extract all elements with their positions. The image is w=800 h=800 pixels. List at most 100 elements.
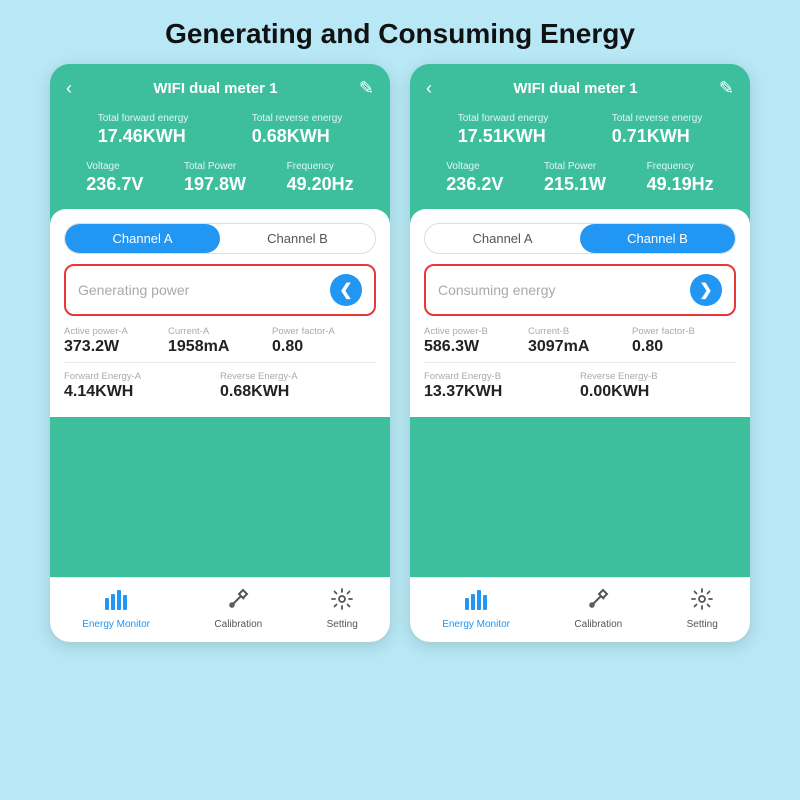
left-current-label: Current-A (168, 326, 272, 337)
right-phone-footer: Energy Monitor Calibration (410, 577, 750, 642)
left-phone-title: WIFI dual meter 1 (153, 80, 277, 97)
right-energy-monitor-label: Energy Monitor (442, 619, 510, 630)
right-footer-setting[interactable]: Setting (687, 588, 718, 630)
right-forward-energy-detail: Forward Energy-B 13.37KWH (424, 371, 580, 401)
left-frequency: Frequency 49.20Hz (287, 161, 354, 195)
right-mode-label: Consuming energy (438, 282, 556, 298)
left-power-factor-label: Power factor-A (272, 326, 376, 337)
right-forward-energy: Total forward energy 17.51KWH (458, 113, 549, 147)
left-separator (64, 362, 376, 363)
left-details-grid: Active power-A 373.2W Current-A 1958mA P… (64, 326, 376, 356)
left-forward-energy-detail: Forward Energy-A 4.14KWH (64, 371, 220, 401)
right-forward-energy-detail-value: 13.37KWH (424, 383, 580, 401)
right-calibration-icon (587, 588, 609, 616)
right-phone: ‹ WIFI dual meter 1 ✎ Total forward ener… (410, 64, 750, 642)
left-energy-monitor-icon (104, 588, 128, 616)
right-reverse-energy-detail-value: 0.00KWH (580, 383, 736, 401)
right-frequency-value: 49.19Hz (647, 174, 714, 195)
left-total-power-value: 197.8W (184, 174, 246, 195)
left-voltage-label: Voltage (86, 161, 119, 172)
left-calibration-label: Calibration (214, 619, 262, 630)
left-footer-energy-monitor[interactable]: Energy Monitor (82, 588, 150, 630)
right-active-power: Active power-B 586.3W (424, 326, 528, 356)
left-mode-btn[interactable]: ❮ (330, 274, 362, 306)
right-tab-channel-b[interactable]: Channel B (580, 224, 735, 253)
right-reverse-energy-detail: Reverse Energy-B 0.00KWH (580, 371, 736, 401)
left-phone: ‹ WIFI dual meter 1 ✎ Total forward ener… (50, 64, 390, 642)
right-phone-title: WIFI dual meter 1 (513, 80, 637, 97)
right-energy-grid: Forward Energy-B 13.37KWH Reverse Energy… (424, 371, 736, 417)
left-footer-calibration[interactable]: Calibration (214, 588, 262, 630)
left-green-spacer (50, 417, 390, 577)
left-phone-header: ‹ WIFI dual meter 1 ✎ (50, 64, 390, 107)
right-energy-stats: Total forward energy 17.51KWH Total reve… (410, 107, 750, 157)
left-reverse-energy-detail-value: 0.68KWH (220, 383, 376, 401)
right-green-spacer (410, 417, 750, 577)
left-channel-tabs[interactable]: Channel A Channel B (64, 223, 376, 254)
left-power-factor: Power factor-A 0.80 (272, 326, 376, 356)
right-voltage: Voltage 236.2V (446, 161, 503, 195)
left-setting-label: Setting (327, 619, 358, 630)
right-reverse-energy-label: Total reverse energy (612, 113, 703, 124)
left-active-power-value: 373.2W (64, 338, 168, 356)
left-active-power-label: Active power-A (64, 326, 168, 337)
right-total-power: Total Power 215.1W (544, 161, 606, 195)
right-setting-icon (691, 588, 713, 616)
left-footer-setting[interactable]: Setting (327, 588, 358, 630)
left-forward-energy-detail-label: Forward Energy-A (64, 371, 220, 382)
right-voltage-value: 236.2V (446, 174, 503, 195)
left-forward-energy: Total forward energy 17.46KWH (98, 113, 189, 147)
right-power-factor-value: 0.80 (632, 338, 736, 356)
right-voltage-label: Voltage (446, 161, 479, 172)
left-energy-grid: Forward Energy-A 4.14KWH Reverse Energy-… (64, 371, 376, 417)
right-setting-label: Setting (687, 619, 718, 630)
left-setting-icon (331, 588, 353, 616)
right-back-icon[interactable]: ‹ (426, 78, 432, 99)
left-tab-channel-a[interactable]: Channel A (65, 224, 220, 253)
left-mode-label: Generating power (78, 282, 189, 298)
right-forward-energy-value: 17.51KWH (458, 126, 546, 147)
right-channel-tabs[interactable]: Channel A Channel B (424, 223, 736, 254)
right-calibration-label: Calibration (574, 619, 622, 630)
left-mode-row: Generating power ❮ (64, 264, 376, 316)
right-details-grid: Active power-B 586.3W Current-B 3097mA P… (424, 326, 736, 356)
right-current-value: 3097mA (528, 338, 632, 356)
right-separator (424, 362, 736, 363)
right-active-power-label: Active power-B (424, 326, 528, 337)
left-tab-channel-b[interactable]: Channel B (220, 224, 375, 253)
right-edit-icon[interactable]: ✎ (719, 78, 734, 99)
right-phone-header: ‹ WIFI dual meter 1 ✎ (410, 64, 750, 107)
right-reverse-energy-detail-label: Reverse Energy-B (580, 371, 736, 382)
right-active-power-value: 586.3W (424, 338, 528, 356)
right-current: Current-B 3097mA (528, 326, 632, 356)
left-calibration-icon (227, 588, 249, 616)
left-forward-energy-value: 17.46KWH (98, 126, 186, 147)
right-frequency: Frequency 49.19Hz (647, 161, 714, 195)
left-phone-body: Channel A Channel B Generating power ❮ A… (50, 209, 390, 417)
left-current: Current-A 1958mA (168, 326, 272, 356)
right-current-label: Current-B (528, 326, 632, 337)
right-reverse-energy-value: 0.71KWH (612, 126, 690, 147)
left-frequency-value: 49.20Hz (287, 174, 354, 195)
left-phone-footer: Energy Monitor Calibration (50, 577, 390, 642)
right-footer-energy-monitor[interactable]: Energy Monitor (442, 588, 510, 630)
left-power-factor-value: 0.80 (272, 338, 376, 356)
right-footer-calibration[interactable]: Calibration (574, 588, 622, 630)
left-energy-stats: Total forward energy 17.46KWH Total reve… (50, 107, 390, 157)
left-reverse-energy-label: Total reverse energy (252, 113, 343, 124)
left-current-value: 1958mA (168, 338, 272, 356)
left-power-stats: Voltage 236.7V Total Power 197.8W Freque… (50, 157, 390, 205)
right-reverse-energy: Total reverse energy 0.71KWH (612, 113, 703, 147)
right-mode-btn[interactable]: ❯ (690, 274, 722, 306)
left-edit-icon[interactable]: ✎ (359, 78, 374, 99)
right-phone-body: Channel A Channel B Consuming energy ❯ A… (410, 209, 750, 417)
left-forward-energy-label: Total forward energy (98, 113, 189, 124)
left-frequency-label: Frequency (287, 161, 334, 172)
left-back-icon[interactable]: ‹ (66, 78, 72, 99)
right-tab-channel-a[interactable]: Channel A (425, 224, 580, 253)
right-total-power-label: Total Power (544, 161, 596, 172)
left-energy-monitor-label: Energy Monitor (82, 619, 150, 630)
left-reverse-energy-detail: Reverse Energy-A 0.68KWH (220, 371, 376, 401)
left-voltage-value: 236.7V (86, 174, 143, 195)
right-forward-energy-detail-label: Forward Energy-B (424, 371, 580, 382)
